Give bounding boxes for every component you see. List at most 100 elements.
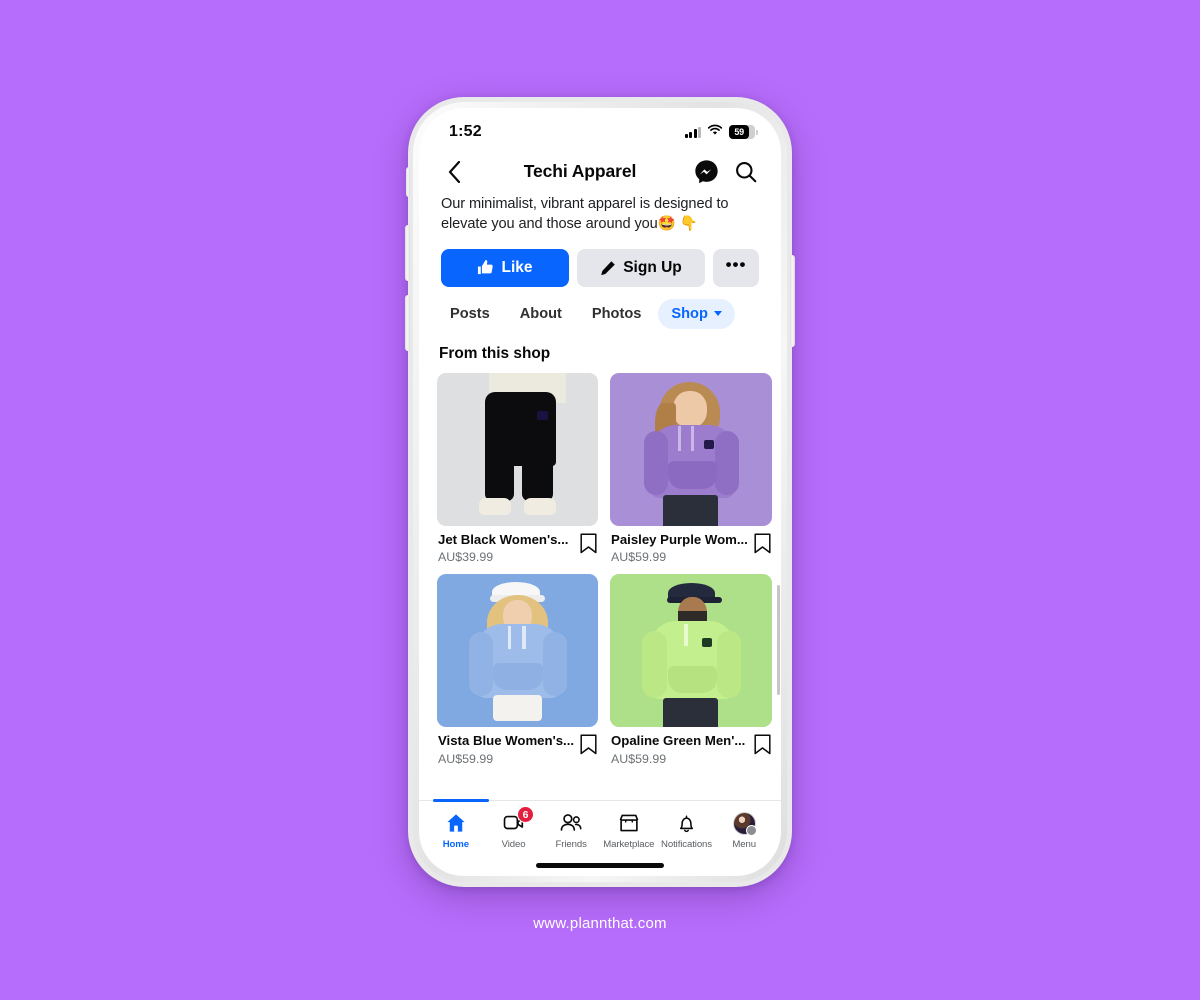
nav-label-notifications: Notifications [661,839,712,850]
product-meta: Jet Black Women's... AU$39.99 [437,526,598,565]
avatar-menu-icon [732,811,757,836]
status-bar: 1:52 59 [419,108,781,152]
product-title: Vista Blue Women's... [438,733,575,748]
page-title: Techi Apparel [523,161,637,181]
phone-screen: 1:52 59 Techi Apparel Our minimalist, vi… [419,108,781,876]
product-price: AU$59.99 [438,751,494,766]
product-image-opaline-green[interactable] [610,574,772,727]
shop-section-heading: From this shop [439,344,551,362]
product-text: Paisley Purple Wom... AU$59.99 [611,532,748,565]
product-meta: Paisley Purple Wom... AU$59.99 [610,526,772,565]
bottom-navigation-bar: Home 6 Video Friends Marketplace Notific… [419,799,781,854]
tab-shop[interactable]: Shop [658,298,735,329]
product-text: Opaline Green Men'... AU$59.99 [611,733,748,766]
back-button[interactable] [441,159,467,185]
tab-photos-label: Photos [591,305,642,322]
product-card[interactable]: Jet Black Women's... AU$39.99 [437,372,599,565]
power-button[interactable] [790,255,795,347]
nav-label-menu: Menu [732,839,756,850]
cellular-signal-icon [684,126,701,138]
product-meta: Vista Blue Women's... AU$59.99 [437,727,598,766]
marketplace-icon [618,811,640,835]
product-title: Opaline Green Men'... [611,733,746,748]
home-indicator-area [419,854,781,876]
nav-item-video[interactable]: 6 Video [485,806,543,850]
product-meta: Opaline Green Men'... AU$59.99 [610,727,772,766]
battery-level-text: 59 [734,127,744,137]
page-bio-line-1: Our minimalist, vibrant apparel is desig… [441,196,729,212]
page-title-container: Techi Apparel [477,161,683,182]
page-bio-line-2: elevate you and those around you [441,216,658,233]
avatar [732,811,757,836]
bookmark-icon[interactable] [754,532,771,554]
page-bio: Our minimalist, vibrant apparel is desig… [419,195,781,235]
product-card[interactable]: Vista Blue Women's... AU$59.99 [437,574,599,766]
tab-photos[interactable]: Photos [579,299,654,329]
nav-item-friends[interactable]: Friends [542,809,600,850]
tab-shop-label: Shop [671,305,708,322]
nav-label-home: Home [442,839,469,850]
chevron-down-icon [713,311,722,316]
product-title: Jet Black Women's... [438,531,569,547]
like-button-label: Like [501,258,533,276]
product-price: AU$59.99 [611,751,667,766]
tab-posts[interactable]: Posts [437,299,503,329]
nav-label-marketplace: Marketplace [603,839,655,850]
product-image-vista-blue[interactable] [437,574,599,727]
search-icon[interactable] [732,158,759,185]
thumbs-up-icon [478,259,494,275]
home-icon [445,811,467,835]
nav-item-marketplace[interactable]: Marketplace [600,809,658,850]
signup-button[interactable]: Sign Up [577,248,705,287]
wifi-icon [707,123,723,141]
more-options-button[interactable]: ••• [713,248,759,287]
bookmark-icon[interactable] [580,734,597,755]
volume-down-button[interactable] [405,295,410,351]
nav-label-friends: Friends [555,839,587,850]
status-bar-icons: 59 [684,123,758,141]
star-struck-emoji: 🤩 [657,215,676,233]
video-badge: 6 [517,806,534,823]
product-title: Paisley Purple Wom... [611,531,748,547]
phone-device-frame: 1:52 59 Techi Apparel Our minimalist, vi… [405,97,795,887]
nav-item-menu[interactable]: Menu [715,809,773,850]
like-button[interactable]: Like [441,248,569,287]
nav-item-notifications[interactable]: Notifications [658,809,716,850]
tab-about[interactable]: About [507,299,575,329]
battery-icon: 59 [729,125,758,139]
product-image-jet-black[interactable] [437,372,599,526]
product-card[interactable]: Opaline Green Men'... AU$59.99 [610,574,772,766]
product-text: Vista Blue Women's... AU$59.99 [438,733,574,766]
video-icon: 6 [502,806,534,835]
volume-up-button[interactable] [405,225,410,281]
active-tab-indicator [433,799,489,802]
tab-posts-label: Posts [450,305,490,322]
back-chevron-icon [448,160,460,183]
tab-about-label: About [519,305,562,322]
menu-badge-icon [745,824,757,836]
app-header: Techi Apparel [419,152,781,195]
bookmark-icon[interactable] [754,734,771,755]
action-button-row: Like Sign Up ••• [419,235,781,287]
status-bar-time: 1:52 [449,123,482,140]
product-card[interactable]: Paisley Purple Wom... AU$59.99 [610,372,772,565]
home-indicator-bar[interactable] [536,862,664,868]
shop-section: From this shop Jet Black Women's... AU$3… [419,335,781,801]
product-image-paisley-purple[interactable] [610,372,772,526]
product-grid: Jet Black Women's... AU$39.99 Paisley Pu… [437,372,772,766]
footer-url: www.plannthat.com [533,915,667,932]
screen-scrollbar[interactable] [777,584,780,695]
profile-tab-bar: Posts About Photos Shop [419,287,781,335]
nav-label-video: Video [501,839,526,850]
pencil-icon [601,260,615,275]
product-price: AU$39.99 [438,550,494,564]
silent-switch-button[interactable] [406,167,410,197]
header-actions [693,158,759,185]
product-text: Jet Black Women's... AU$39.99 [438,532,574,565]
messenger-icon[interactable] [693,158,720,185]
nav-item-home[interactable]: Home [427,809,485,850]
bookmark-icon[interactable] [580,532,597,554]
product-price: AU$59.99 [611,550,667,564]
signup-button-label: Sign Up [623,258,682,276]
pointing-down-emoji: 👇 [679,215,698,233]
